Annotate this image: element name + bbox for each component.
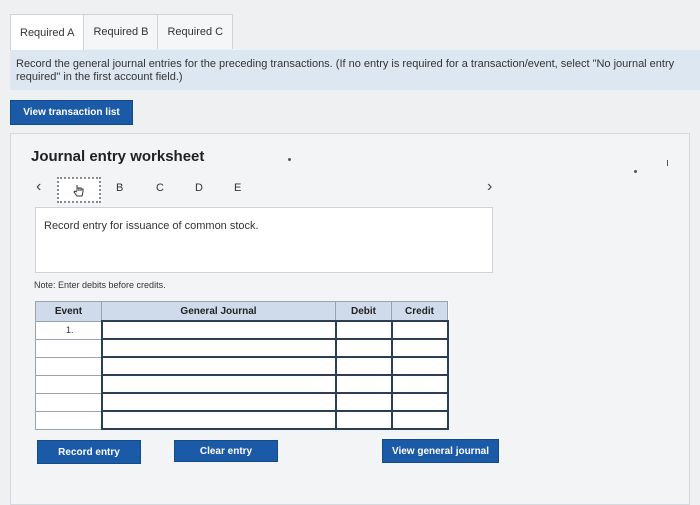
credit-input[interactable]	[390, 320, 449, 340]
credit-input[interactable]	[390, 356, 449, 376]
event-cell	[35, 374, 102, 394]
instructions-band: Record the general journal entries for t…	[10, 50, 700, 90]
header-debit: Debit	[335, 301, 392, 322]
account-input[interactable]	[100, 392, 337, 412]
decorative-dot	[634, 170, 637, 173]
table-row: 1.	[35, 320, 449, 340]
table-row	[35, 338, 449, 358]
prev-arrow-icon[interactable]: ‹	[36, 178, 41, 196]
debit-input[interactable]	[334, 374, 393, 394]
step-d[interactable]: D	[195, 182, 203, 194]
view-general-journal-button[interactable]: View general journal	[382, 439, 499, 463]
instructions-line-2: required" in the first account field.)	[16, 71, 183, 83]
debits-note: Note: Enter debits before credits.	[34, 280, 166, 290]
credit-input[interactable]	[390, 338, 449, 358]
table-row	[35, 374, 449, 394]
header-general-journal: General Journal	[101, 301, 336, 322]
tab-required-a[interactable]: Required A	[10, 14, 85, 50]
event-cell	[35, 410, 102, 430]
entry-description: Record entry for issuance of common stoc…	[44, 220, 259, 232]
account-input[interactable]	[100, 356, 337, 376]
credit-input[interactable]	[390, 392, 449, 412]
event-cell	[35, 392, 102, 412]
table-row	[35, 392, 449, 412]
account-input[interactable]	[100, 374, 337, 394]
event-cell	[35, 338, 102, 358]
account-input[interactable]	[100, 320, 337, 340]
worksheet-title: Journal entry worksheet	[31, 148, 205, 165]
instructions-line-1: Record the general journal entries for t…	[16, 58, 675, 70]
event-cell	[35, 356, 102, 376]
next-arrow-icon[interactable]: ›	[487, 178, 492, 196]
debit-input[interactable]	[334, 320, 393, 340]
account-input[interactable]	[100, 338, 337, 358]
credit-input[interactable]	[390, 374, 449, 394]
decorative-dot	[288, 158, 291, 161]
debit-input[interactable]	[334, 338, 393, 358]
debit-input[interactable]	[334, 410, 393, 430]
table-row	[35, 356, 449, 376]
credit-input[interactable]	[390, 410, 449, 430]
step-b[interactable]: B	[116, 182, 123, 194]
table-row	[35, 410, 449, 430]
view-transaction-list-button[interactable]: View transaction list	[10, 100, 133, 125]
decorative-mark	[667, 160, 668, 166]
record-entry-button[interactable]: Record entry	[37, 440, 141, 464]
tab-bar: Required A Required B Required C	[10, 14, 234, 50]
clear-entry-button[interactable]: Clear entry	[174, 440, 278, 462]
step-e[interactable]: E	[234, 182, 241, 194]
entry-description-box	[35, 207, 493, 273]
step-c[interactable]: C	[156, 182, 164, 194]
header-event: Event	[35, 301, 102, 322]
tab-required-c[interactable]: Required C	[157, 14, 234, 49]
journal-table: Event General Journal Debit Credit 1.	[35, 301, 449, 430]
debit-input[interactable]	[334, 356, 393, 376]
event-cell: 1.	[35, 320, 102, 340]
account-input[interactable]	[100, 410, 337, 430]
table-header-row: Event General Journal Debit Credit	[35, 301, 448, 322]
tab-required-b[interactable]: Required B	[83, 14, 159, 49]
header-credit: Credit	[391, 301, 448, 322]
hand-pointer-icon	[72, 183, 86, 197]
debit-input[interactable]	[334, 392, 393, 412]
current-step-indicator[interactable]	[57, 177, 101, 203]
